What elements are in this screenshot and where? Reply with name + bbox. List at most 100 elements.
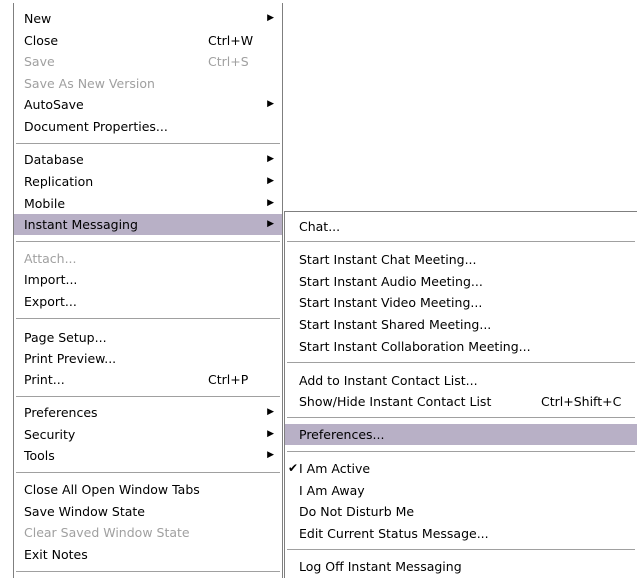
checkmark-icon: ✔: [288, 461, 299, 475]
menu-item-label: Exit Notes: [24, 547, 88, 562]
menu-item-add-to-instant-contact-list[interactable]: Add to Instant Contact List...: [285, 370, 637, 391]
menu-item-tools[interactable]: Tools ▶: [14, 445, 282, 466]
menu-item-label: Attach...: [24, 251, 77, 266]
menu-item-label: Instant Messaging: [24, 217, 138, 232]
menu-item-label: Preferences: [24, 405, 98, 420]
menu-item-close-all-open-window-tabs[interactable]: Close All Open Window Tabs: [14, 479, 282, 500]
shortcut-label: Ctrl+S: [208, 54, 249, 69]
menu-item-label: Close: [24, 33, 59, 48]
menu-separator: [16, 396, 280, 398]
menu-item-save-window-state[interactable]: Save Window State: [14, 501, 282, 522]
menu-item-instant-messaging[interactable]: Instant Messaging ▶: [14, 214, 282, 235]
menu-item-label: AutoSave: [24, 97, 84, 112]
menu-item-clear-saved-window-state: Clear Saved Window State: [14, 522, 282, 543]
menu-item-chat[interactable]: Chat...: [285, 216, 637, 237]
menu-item-label: Start Instant Chat Meeting...: [299, 252, 477, 267]
menu-item-start-instant-audio-meeting[interactable]: Start Instant Audio Meeting...: [285, 271, 637, 292]
menu-item-export[interactable]: Export...: [14, 291, 282, 312]
menu-separator: [16, 143, 280, 145]
submenu-arrow-icon: ▶: [267, 219, 274, 229]
submenu-arrow-icon: ▶: [267, 429, 274, 439]
shortcut-label: Ctrl+P: [208, 372, 249, 387]
menu-item-label: Import...: [24, 272, 78, 287]
menu-item-label: Add to Instant Contact List...: [299, 373, 478, 388]
menu-item-replication[interactable]: Replication ▶: [14, 171, 282, 192]
menu-item-attach: Attach...: [14, 248, 282, 269]
menu-item-label: Chat...: [299, 219, 341, 234]
menu-separator: [287, 417, 635, 419]
menu-item-label: Export...: [24, 294, 77, 309]
menu-item-label: Start Instant Collaboration Meeting...: [299, 339, 531, 354]
menu-item-label: Replication: [24, 174, 94, 189]
menu-item-label: Database: [24, 152, 84, 167]
submenu-arrow-icon: ▶: [267, 13, 274, 23]
menu-item-label: Save: [24, 54, 55, 69]
menu-item-preferences[interactable]: Preferences ▶: [14, 402, 282, 423]
menu-item-label: I Am Away: [299, 483, 365, 498]
menu-item-label: Clear Saved Window State: [24, 525, 190, 540]
menu-item-mobile[interactable]: Mobile ▶: [14, 193, 282, 214]
submenu-arrow-icon: ▶: [267, 198, 274, 208]
menu-item-label: Mobile: [24, 196, 66, 211]
menu-item-autosave[interactable]: AutoSave ▶: [14, 94, 282, 115]
shortcut-label: Ctrl+W: [208, 33, 254, 48]
menu-item-exit-notes[interactable]: Exit Notes: [14, 544, 282, 565]
menu-item-page-setup[interactable]: Page Setup...: [14, 327, 282, 348]
menu-item-database[interactable]: Database ▶: [14, 149, 282, 170]
menu-item-close[interactable]: Close Ctrl+W: [14, 30, 282, 51]
menu-item-print-preview[interactable]: Print Preview...: [14, 348, 282, 369]
instant-messaging-submenu: Chat... Start Instant Chat Meeting... St…: [284, 211, 637, 578]
menu-separator: [16, 472, 280, 474]
menu-separator: [16, 571, 280, 573]
menu-item-do-not-disturb-me[interactable]: Do Not Disturb Me: [285, 501, 637, 522]
menu-item-label: Start Instant Video Meeting...: [299, 295, 483, 310]
menu-item-label: I Am Active: [299, 461, 371, 476]
menu-item-start-instant-chat-meeting[interactable]: Start Instant Chat Meeting...: [285, 249, 637, 270]
menu-item-document-properties[interactable]: Document Properties...: [14, 116, 282, 137]
menu-item-label: Start Instant Shared Meeting...: [299, 317, 492, 332]
menu-item-i-am-active[interactable]: ✔ I Am Active: [285, 458, 637, 479]
menu-item-start-instant-video-meeting[interactable]: Start Instant Video Meeting...: [285, 292, 637, 313]
menu-separator: [16, 318, 280, 320]
menu-item-security[interactable]: Security ▶: [14, 424, 282, 445]
menu-item-label: Save Window State: [24, 504, 146, 519]
menu-item-import[interactable]: Import...: [14, 269, 282, 290]
submenu-arrow-icon: ▶: [267, 154, 274, 164]
menu-item-label: Print...: [24, 372, 65, 387]
menu-item-label: Save As New Version: [24, 76, 155, 91]
menu-item-label: Edit Current Status Message...: [299, 526, 489, 541]
menu-item-label: New: [24, 11, 52, 26]
submenu-arrow-icon: ▶: [267, 407, 274, 417]
menu-separator: [16, 241, 280, 243]
menu-item-edit-current-status-message[interactable]: Edit Current Status Message...: [285, 523, 637, 544]
menu-item-label: Tools: [24, 448, 55, 463]
menu-separator: [287, 362, 635, 364]
menu-item-label: Print Preview...: [24, 351, 117, 366]
menu-item-start-instant-shared-meeting[interactable]: Start Instant Shared Meeting...: [285, 314, 637, 335]
menu-separator: [287, 451, 635, 453]
menu-item-label: Page Setup...: [24, 330, 107, 345]
menu-item-label: Close All Open Window Tabs: [24, 482, 200, 497]
menu-item-save-as-new-version: Save As New Version: [14, 73, 282, 94]
menu-item-label: Do Not Disturb Me: [299, 504, 415, 519]
menu-item-label: Document Properties...: [24, 119, 168, 134]
menu-item-label: Show/Hide Instant Contact List: [299, 394, 492, 409]
submenu-arrow-icon: ▶: [267, 176, 274, 186]
file-menu: New ▶ Close Ctrl+W Save Ctrl+S Save As N…: [13, 3, 283, 578]
menu-item-start-instant-collaboration-meeting[interactable]: Start Instant Collaboration Meeting...: [285, 336, 637, 357]
menu-item-label: Log Off Instant Messaging: [299, 559, 462, 574]
menu-item-show-hide-instant-contact-list[interactable]: Show/Hide Instant Contact List Ctrl+Shif…: [285, 391, 637, 412]
menu-item-print[interactable]: Print... Ctrl+P: [14, 369, 282, 390]
submenu-arrow-icon: ▶: [267, 450, 274, 460]
menu-item-i-am-away[interactable]: I Am Away: [285, 480, 637, 501]
menu-item-log-off-instant-messaging[interactable]: Log Off Instant Messaging: [285, 556, 637, 577]
shortcut-label: Ctrl+Shift+C: [541, 394, 622, 409]
menu-item-new[interactable]: New ▶: [14, 8, 282, 29]
menu-separator: [287, 549, 635, 551]
menu-item-save: Save Ctrl+S: [14, 51, 282, 72]
menu-item-label: Security: [24, 427, 76, 442]
submenu-arrow-icon: ▶: [267, 99, 274, 109]
menu-item-im-preferences[interactable]: Preferences...: [285, 424, 637, 445]
menu-item-label: Preferences...: [299, 427, 385, 442]
menu-separator: [287, 241, 635, 243]
